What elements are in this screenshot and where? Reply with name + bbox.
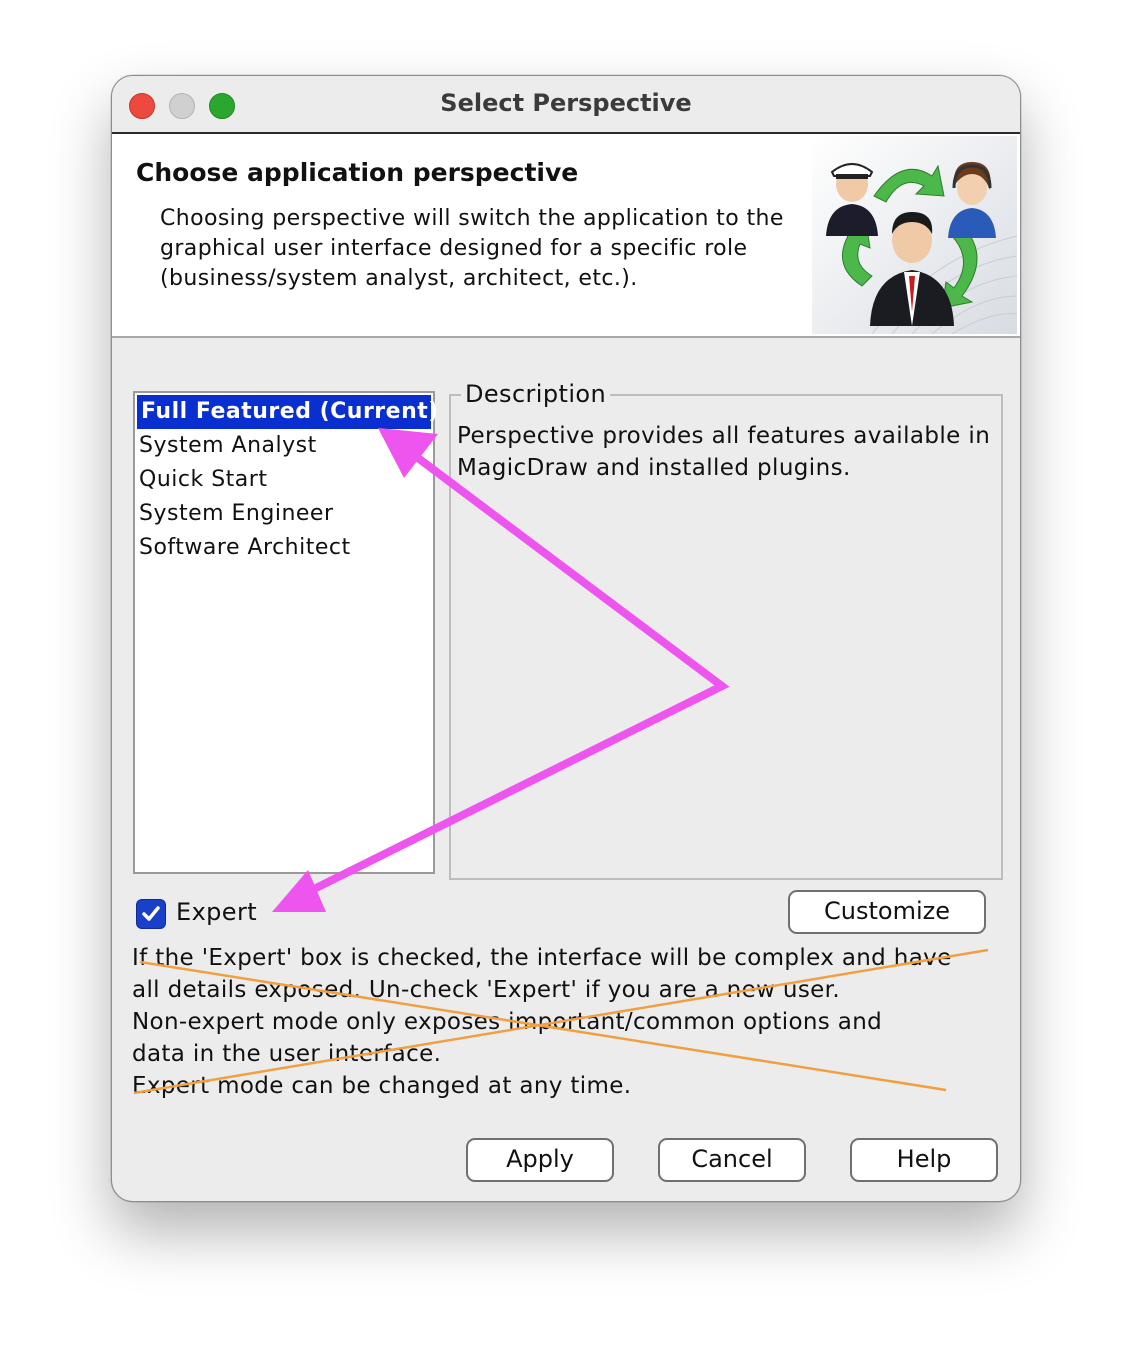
description-text: Perspective provides all features availa… [457,423,991,481]
info-line: data in the user interface. [132,1041,442,1067]
apply-button[interactable]: Apply [466,1138,614,1182]
info-line: all details exposed. Un-check 'Expert' i… [132,977,841,1003]
list-item-quick-start[interactable]: Quick Start [135,463,433,497]
customize-button[interactable]: Customize [788,890,986,934]
help-button[interactable]: Help [850,1138,998,1182]
roles-cycle-icon [812,136,1017,334]
cancel-button[interactable]: Cancel [658,1138,806,1182]
select-perspective-dialog: Select Perspective Choose application pe… [111,75,1021,1202]
window-title: Select Perspective [440,89,692,117]
header-description: Choosing perspective will switch the app… [160,206,784,291]
header-title: Choose application perspective [136,158,579,187]
list-item-full-featured[interactable]: Full Featured (Current) [137,395,438,429]
perspective-list[interactable]: Full Featured (Current) System Analyst Q… [133,391,438,874]
expert-info-text: If the 'Expert' box is checked, the inte… [132,942,1012,1102]
list-item-software-architect[interactable]: Software Architect [135,531,433,565]
expert-checkbox[interactable] [136,899,166,929]
list-item-system-engineer[interactable]: System Engineer [135,497,433,531]
title-bar: Select Perspective [112,76,1020,134]
checkmark-icon [142,906,160,921]
info-line: If the 'Expert' box is checked, the inte… [132,945,952,971]
expert-label[interactable]: Expert [176,898,257,926]
info-line: Non-expert mode only exposes important/c… [132,1009,883,1035]
description-legend: Description [461,380,611,408]
description-panel: Description Perspective provides all fea… [449,380,1003,880]
header-panel: Choose application perspective Choosing … [112,134,1020,338]
info-line: Expert mode can be changed at any time. [132,1073,632,1099]
list-item-system-analyst[interactable]: System Analyst [135,429,433,463]
